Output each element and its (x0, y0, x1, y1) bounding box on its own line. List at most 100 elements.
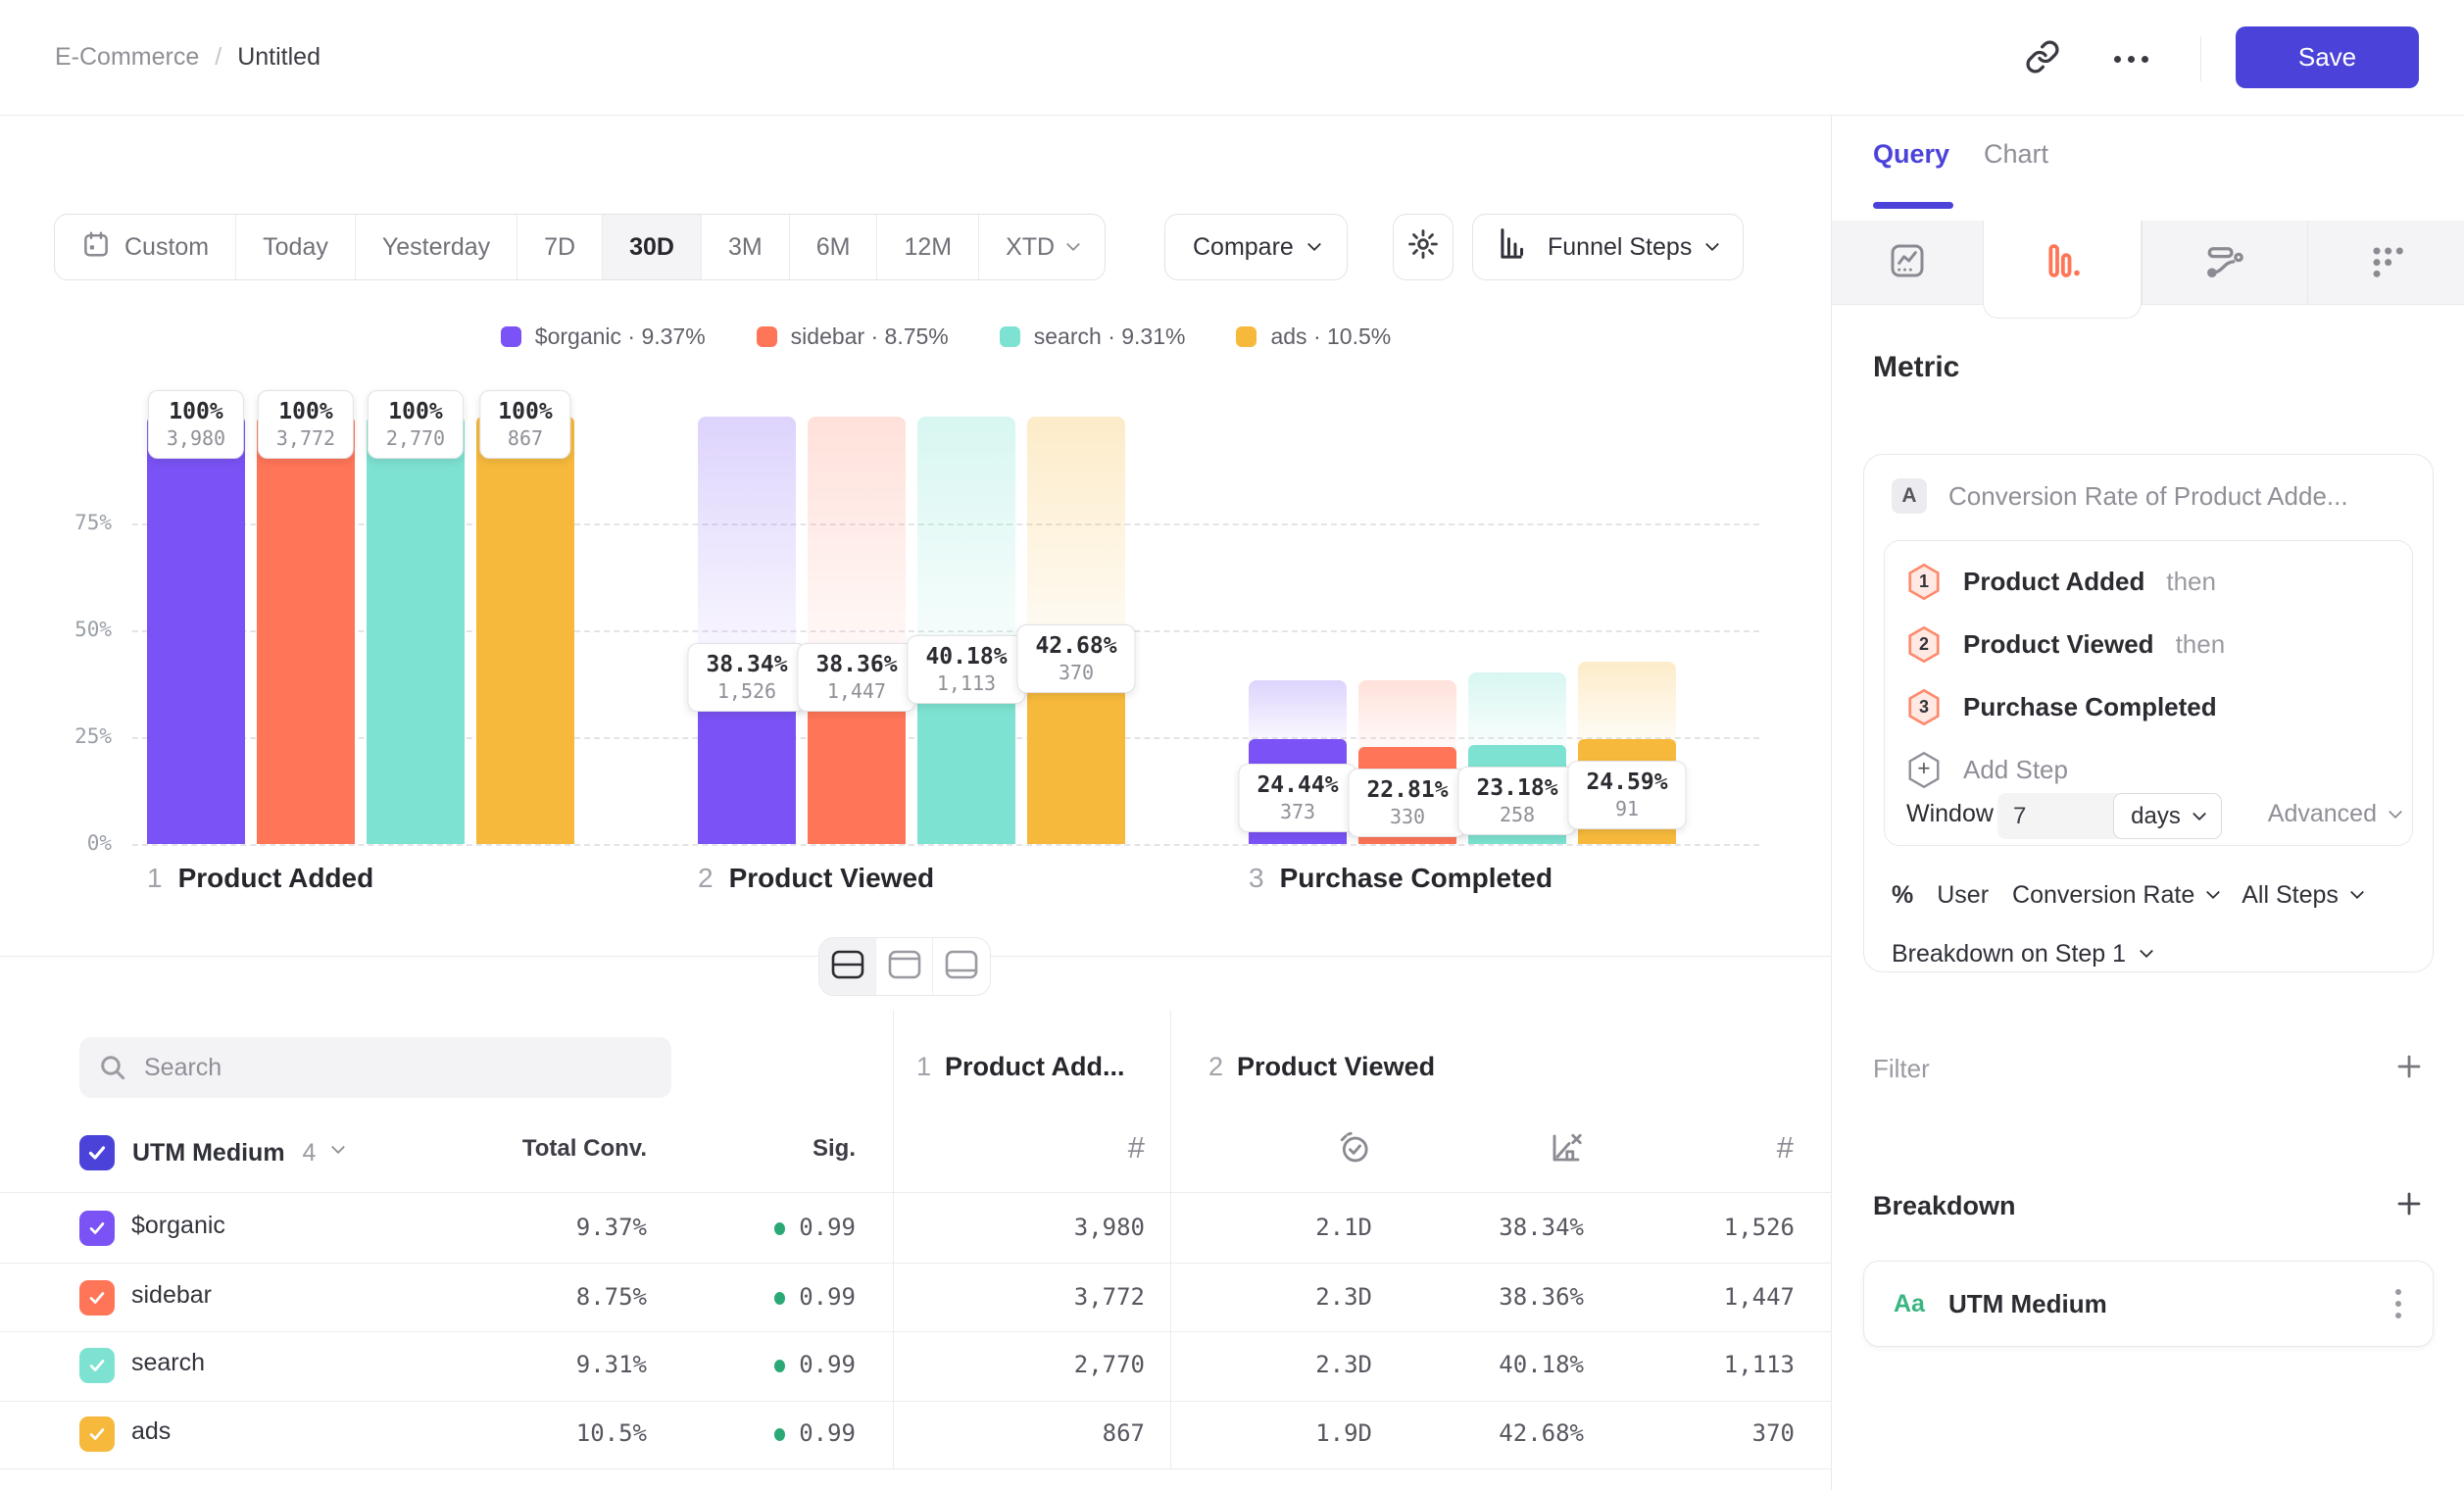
breakdown-count: 4 (303, 1139, 317, 1167)
row-checkbox[interactable] (79, 1280, 115, 1316)
tab-retention[interactable] (2307, 221, 2464, 305)
metric-type-label: Conversion Rate (2012, 881, 2194, 910)
chevron-down-icon (2350, 885, 2364, 899)
add-filter-button[interactable] (2394, 1052, 2424, 1086)
split-view-icon (830, 949, 865, 985)
breakdown-on-step-dropdown[interactable]: Breakdown on Step 1 (1892, 932, 2151, 975)
funnel-bar[interactable] (367, 417, 465, 844)
layout-table-only-button[interactable] (933, 938, 990, 995)
bar-value-label: 22.81%330 (1348, 769, 1466, 837)
steps-scope-dropdown[interactable]: All Steps (2242, 881, 2362, 910)
significance-dot (774, 1292, 785, 1305)
funnels-icon (2043, 241, 2082, 285)
chevron-down-icon (2140, 944, 2153, 958)
time-to-convert-icon[interactable] (1337, 1130, 1372, 1170)
step1-count: 2,770 (1074, 1351, 1145, 1378)
table-row-ads[interactable]: ads10.5%0.998671.9D42.68%370 (0, 1400, 1831, 1468)
table-row-organic[interactable]: $organic9.37%0.993,9802.1D38.34%1,526 (0, 1194, 1831, 1263)
tab-query[interactable]: Query (1873, 139, 1949, 170)
funnel-bar-dropoff (1358, 680, 1456, 753)
metric-name-row[interactable]: A Conversion Rate of Product Adde... (1892, 478, 2411, 514)
time-to-convert-value: 2.3D (1315, 1351, 1372, 1378)
step-number: 1 (916, 1052, 931, 1082)
funnel-bar[interactable] (147, 417, 245, 844)
step-then-label: then (2166, 567, 2216, 597)
table-group-header: UTM Medium 4 (79, 1127, 343, 1178)
query-step-2[interactable]: 2Product Viewedthen (1906, 614, 2225, 674)
copy-link-button[interactable] (2021, 37, 2064, 80)
insights-icon (1888, 241, 1927, 285)
metric-section-heading: Metric (1873, 351, 1959, 384)
advanced-dropdown[interactable]: Advanced (2268, 800, 2400, 828)
search-input[interactable] (79, 1037, 671, 1098)
query-step-3[interactable]: 3Purchase Completed (1906, 676, 2217, 737)
significance-dot (774, 1428, 785, 1441)
significance-value: 0.99 (774, 1351, 856, 1378)
funnel-bar-dropoff (1249, 680, 1347, 746)
step-number-badge: 3 (1906, 688, 1942, 726)
funnel-step-label: 1Product Added (147, 863, 373, 894)
table-row-sidebar[interactable]: sidebar8.75%0.993,7722.3D38.36%1,447 (0, 1264, 1831, 1332)
select-all-checkbox[interactable] (79, 1135, 115, 1170)
top-bar: E-Commerce / Untitled Save (0, 0, 2464, 116)
conversion-rate-value: 38.34% (1499, 1214, 1584, 1241)
breadcrumb-separator: / (215, 43, 222, 72)
significance-dot (774, 1360, 785, 1372)
link-icon (2025, 39, 2060, 79)
count-metric-icon[interactable]: # (1128, 1130, 1145, 1166)
more-menu-button[interactable] (2109, 37, 2152, 80)
table-step2-header: 2 Product Viewed (1208, 1052, 1435, 1082)
step-name: Product Viewed (1237, 1052, 1435, 1082)
query-panel: Query Chart (1831, 116, 2464, 1490)
conversion-rate-icon[interactable] (1549, 1130, 1584, 1170)
chevron-down-icon (2193, 807, 2206, 820)
bar-value-label: 42.68%370 (1016, 624, 1135, 693)
table-row-search[interactable]: search9.31%0.992,7702.3D40.18%1,113 (0, 1331, 1831, 1400)
table-step1-header: 1 Product Add... (916, 1052, 1125, 1082)
metric-type-dropdown[interactable]: Conversion Rate (2012, 881, 2218, 910)
chevron-down-icon[interactable] (331, 1140, 345, 1154)
breakdown-column-label[interactable]: UTM Medium (132, 1139, 285, 1167)
query-step-1[interactable]: 1Product Addedthen (1906, 551, 2216, 612)
conversion-rate-value: 42.68% (1499, 1419, 1584, 1447)
window-unit-label: days (2131, 803, 2181, 830)
layout-chart-only-button[interactable] (876, 938, 933, 995)
metric-name: Conversion Rate of Product Adde... (1948, 481, 2348, 512)
row-label: sidebar (131, 1281, 212, 1310)
row-checkbox[interactable] (79, 1416, 115, 1452)
breadcrumb-project[interactable]: E-Commerce (55, 43, 199, 72)
row-label: $organic (131, 1212, 225, 1240)
count-metric-icon[interactable]: # (1777, 1130, 1794, 1166)
save-button[interactable]: Save (2236, 26, 2419, 88)
entity-label[interactable]: User (1937, 881, 1989, 910)
bar-value-label: 38.34%1,526 (687, 643, 806, 712)
layout-toggle-group (818, 937, 991, 996)
funnel-bar[interactable] (476, 417, 574, 844)
tab-flows[interactable] (2142, 221, 2307, 305)
tab-chart[interactable]: Chart (1984, 139, 2048, 170)
conversion-rate-value: 40.18% (1499, 1351, 1584, 1378)
row-label: search (131, 1349, 205, 1377)
significance-value: 0.99 (774, 1214, 856, 1241)
report-title[interactable]: Untitled (237, 43, 320, 72)
column-header-sig[interactable]: Sig. (813, 1135, 856, 1163)
bar-value-label: 23.18%258 (1457, 767, 1576, 835)
column-header-total-conv[interactable]: Total Conv. (522, 1135, 647, 1163)
breakdown-item[interactable]: Aa UTM Medium (1863, 1261, 2434, 1347)
time-to-convert-value: 1.9D (1315, 1419, 1372, 1447)
row-checkbox[interactable] (79, 1211, 115, 1246)
kebab-menu-icon[interactable] (2390, 1283, 2407, 1324)
funnel-bar[interactable] (257, 417, 355, 844)
row-checkbox[interactable] (79, 1348, 115, 1383)
step2-count: 1,526 (1724, 1214, 1795, 1241)
layout-split-button[interactable] (819, 938, 876, 995)
breakdown-heading: Breakdown (1873, 1191, 2016, 1221)
bar-value-label: 38.36%1,447 (797, 643, 915, 712)
add-breakdown-button[interactable] (2394, 1189, 2424, 1223)
window-unit-select[interactable]: days (2113, 793, 2222, 839)
topbar-divider (2200, 36, 2201, 81)
bar-value-label: 100%2,770 (368, 390, 464, 459)
funnel-step-label: 2Product Viewed (698, 863, 934, 894)
tab-insights[interactable] (1832, 221, 1983, 305)
tab-funnels-active[interactable] (1983, 221, 2142, 319)
